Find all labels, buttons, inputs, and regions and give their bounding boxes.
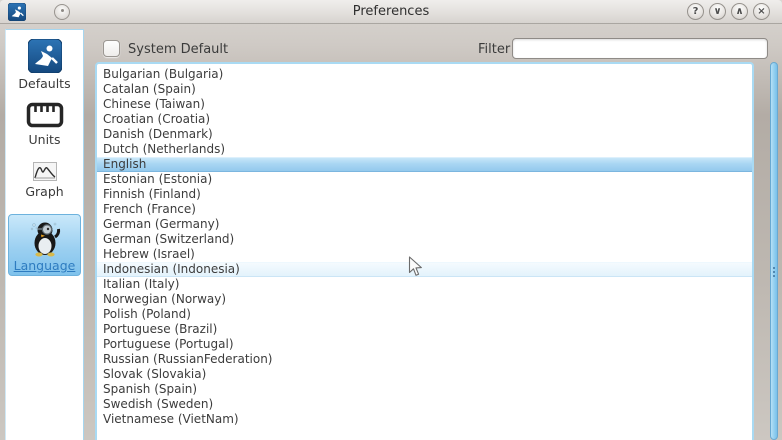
preferences-sidebar: Defaults Units Graph [5,29,84,440]
list-item-label: Croatian (Croatia) [103,112,210,126]
sidebar-item-label: Defaults [6,76,83,91]
window-title: Preferences [0,4,782,19]
help-button[interactable]: ? [687,3,704,20]
list-item[interactable]: Polish (Poland) [97,307,752,322]
list-item[interactable]: Italian (Italy) [97,277,752,292]
list-item[interactable]: German (Germany) [97,217,752,232]
scrollbar-grip-icon [773,267,775,279]
scuba-penguin-icon [25,219,65,257]
list-item[interactable]: Portuguese (Brazil) [97,322,752,337]
list-item[interactable]: German (Switzerland) [97,232,752,247]
list-item[interactable]: Russian (RussianFederation) [97,352,752,367]
system-default-checkbox[interactable] [103,40,120,57]
list-item-label: Slovak (Slovakia) [103,367,206,381]
vertical-scrollbar[interactable] [770,62,778,440]
list-item[interactable]: English [97,157,752,172]
preferences-window: Preferences ? ∨ ∧ × Defaults [0,0,782,440]
sidebar-item-units[interactable]: Units [6,102,83,147]
list-item[interactable]: Hebrew (Israel) [97,247,752,262]
list-item-label: Indonesian (Indonesia) [103,262,240,276]
list-item-label: Norwegian (Norway) [103,292,226,306]
list-item[interactable]: Slovak (Slovakia) [97,367,752,382]
list-item-label: Portuguese (Portugal) [103,337,234,351]
list-item-label: Catalan (Spain) [103,82,196,96]
sidebar-item-label: Language [9,258,80,273]
sidebar-item-defaults[interactable]: Defaults [6,39,83,91]
system-default-label: System Default [128,42,228,57]
keep-above-button[interactable]: ∧ [731,3,748,20]
diver-icon [28,39,62,73]
language-list: Bulgarian (Bulgaria) Catalan (Spain) Chi… [95,62,754,440]
list-item-label: Danish (Denmark) [103,127,213,141]
list-item-label: Russian (RussianFederation) [103,352,272,366]
filter-label: Filter [478,42,510,57]
list-item-label: German (Germany) [103,217,219,231]
list-item[interactable]: Spanish (Spain) [97,382,752,397]
list-item[interactable]: Swedish (Sweden) [97,397,752,412]
list-item-label: Bulgarian (Bulgaria) [103,67,223,81]
list-item-label: Hebrew (Israel) [103,247,195,261]
list-item[interactable]: French (France) [97,202,752,217]
list-item[interactable]: Norwegian (Norway) [97,292,752,307]
list-item[interactable]: Estonian (Estonia) [97,172,752,187]
filter-input[interactable] [512,38,768,59]
list-item[interactable]: Danish (Denmark) [97,127,752,142]
list-item[interactable]: Dutch (Netherlands) [97,142,752,157]
list-item[interactable]: Chinese (Taiwan) [97,97,752,112]
list-item[interactable]: Bulgarian (Bulgaria) [97,67,752,82]
list-item-label: Spanish (Spain) [103,382,197,396]
list-item-label: English [103,157,146,171]
list-item-label: Swedish (Sweden) [103,397,213,411]
titlebar[interactable]: Preferences ? ∨ ∧ × [0,0,782,24]
list-item-label: Chinese (Taiwan) [103,97,205,111]
dive-profile-icon [33,162,57,181]
list-item-label: Portuguese (Brazil) [103,322,217,336]
sidebar-item-language[interactable]: Language [8,214,81,276]
list-item[interactable]: Finnish (Finland) [97,187,752,202]
list-item-label: Vietnamese (VietNam) [103,412,239,426]
list-item-label: Polish (Poland) [103,307,191,321]
close-button[interactable]: × [753,3,770,20]
list-item-label: Finnish (Finland) [103,187,201,201]
list-item[interactable]: Portuguese (Portugal) [97,337,752,352]
list-item[interactable]: Vietnamese (VietNam) [97,412,752,427]
list-item[interactable]: Indonesian (Indonesia) [97,262,752,277]
shade-button[interactable]: ∨ [709,3,726,20]
sidebar-item-label: Graph [6,184,83,199]
list-item-label: Dutch (Netherlands) [103,142,225,156]
list-item[interactable]: Croatian (Croatia) [97,112,752,127]
list-item[interactable]: Catalan (Spain) [97,82,752,97]
list-item-label: Estonian (Estonia) [103,172,212,186]
sidebar-item-graph[interactable]: Graph [6,162,83,199]
list-item-label: Italian (Italy) [103,277,179,291]
ruler-icon [26,102,64,129]
sidebar-item-label: Units [6,132,83,147]
list-item-label: German (Switzerland) [103,232,234,246]
list-item-label: French (France) [103,202,196,216]
